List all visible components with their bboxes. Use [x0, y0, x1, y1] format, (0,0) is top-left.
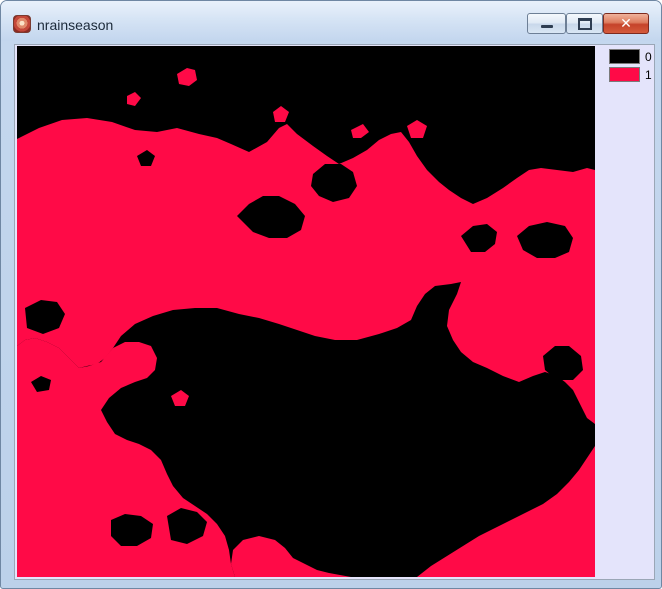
- maximize-icon: [577, 17, 592, 30]
- map-legend: 0 1: [609, 49, 652, 85]
- raster-map-canvas: [17, 46, 595, 577]
- legend-item-0: 0: [609, 49, 652, 66]
- map-client-area: 0 1: [14, 44, 655, 580]
- legend-swatch-0: [609, 49, 640, 64]
- legend-label-1: 1: [645, 68, 652, 82]
- legend-label-0: 0: [645, 50, 652, 64]
- raster-map-icon: [13, 15, 31, 33]
- close-button[interactable]: ✕: [603, 13, 649, 34]
- window-title: nrainseason: [37, 17, 114, 33]
- minimize-icon: [540, 25, 553, 28]
- title-bar[interactable]: nrainseason ✕: [1, 1, 661, 41]
- minimize-button[interactable]: [527, 13, 566, 34]
- raster-map[interactable]: [17, 46, 595, 577]
- close-icon: ✕: [620, 15, 632, 31]
- maximize-button[interactable]: [566, 13, 603, 34]
- legend-item-1: 1: [609, 67, 652, 84]
- legend-swatch-1: [609, 67, 640, 82]
- map-window: nrainseason ✕ 0 1: [0, 0, 662, 589]
